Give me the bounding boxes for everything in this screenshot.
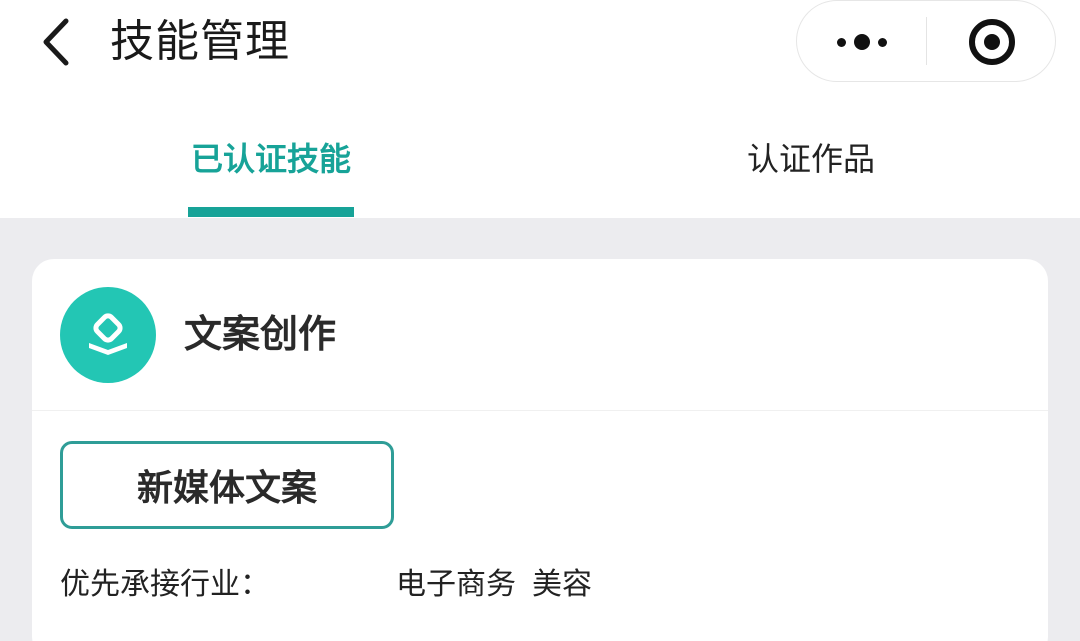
more-dots-icon [836, 37, 846, 47]
tab-certified-works[interactable]: 认证作品 [744, 136, 878, 182]
back-button[interactable] [30, 14, 80, 70]
skill-tag[interactable]: 新媒体文案 [60, 441, 394, 529]
page-title: 技能管理 [110, 16, 290, 67]
industry-item: 电子商务 [396, 567, 516, 602]
active-tab-indicator [188, 207, 354, 217]
more-dots-icon-right [877, 37, 887, 47]
tab-verified-skills[interactable]: 已认证技能 [188, 136, 354, 182]
industry-item: 美容 [532, 567, 592, 602]
industry-label: 优先承接行业： [60, 567, 270, 602]
target-close-icon-core [983, 34, 1000, 50]
skill-badge-glyph [89, 313, 127, 355]
target-close-icon [968, 19, 1015, 65]
more-dots-icon-center [853, 34, 870, 50]
skill-card[interactable]: 文案创作 新媒体文案 优先承接行业： 电子商务 美容 [32, 259, 1048, 641]
skill-name: 文案创作 [184, 312, 337, 356]
mini-program-capsule [796, 0, 1056, 82]
chevron-left-icon [43, 18, 69, 66]
card-divider [32, 410, 1048, 411]
close-button[interactable] [927, 1, 1056, 83]
industry-list: 电子商务 美容 [396, 563, 592, 607]
skill-badge-icon [60, 287, 156, 383]
top-bar: 技能管理 已认证技能 认证作品 [0, 0, 1080, 218]
more-button[interactable] [797, 1, 926, 83]
